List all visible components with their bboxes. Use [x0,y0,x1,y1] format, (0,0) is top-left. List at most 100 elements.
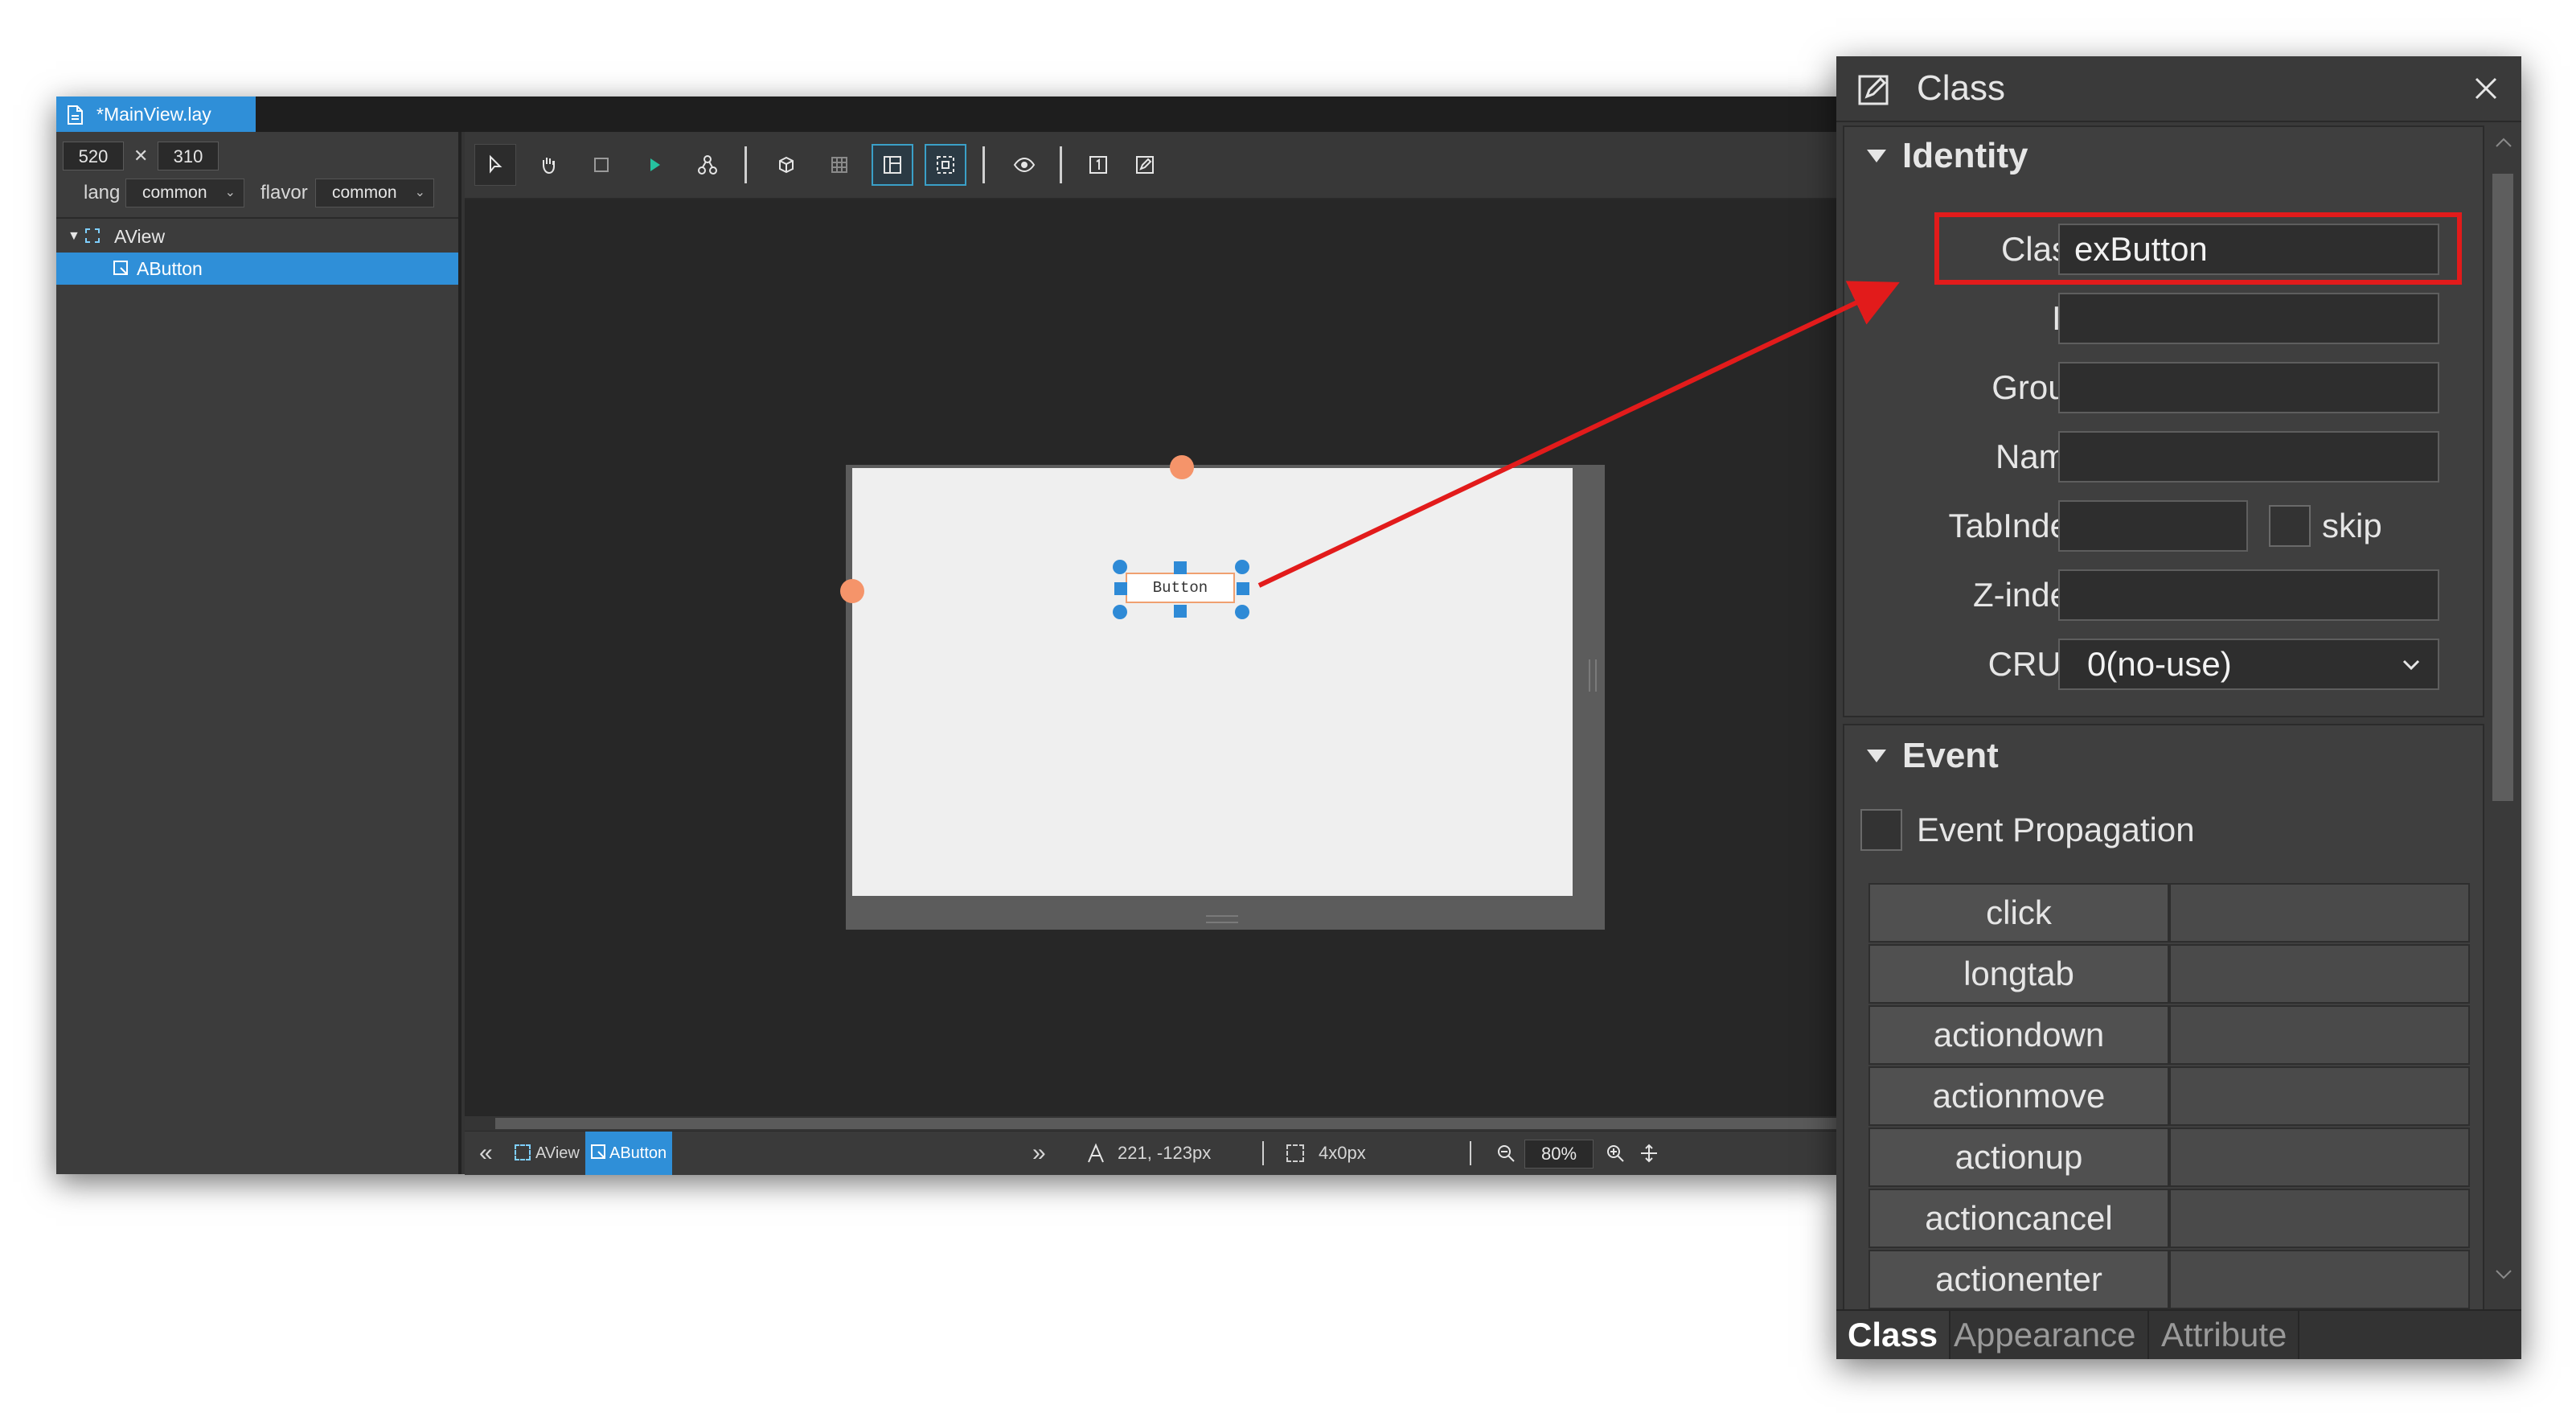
tree-item-aview[interactable]: ▼ AView [56,220,458,253]
collapse-triangle-icon[interactable] [1867,750,1886,762]
width-input[interactable]: 520 [63,142,124,170]
hierarchy-button[interactable] [687,144,728,186]
event-name: click [1868,883,2169,943]
chevron-down-icon: ⌄ [414,186,425,199]
close-icon[interactable] [2471,74,2500,103]
resize-grip-bottom[interactable] [1206,915,1238,923]
event-propagation-checkbox[interactable] [1860,809,1902,851]
lang-select[interactable]: common ⌄ [125,179,244,207]
toolbar-separator [744,146,747,183]
play-icon [650,158,660,171]
vertical-scrollbar[interactable] [2488,129,2518,1288]
crud-select[interactable]: 0(no-use) [2058,639,2439,690]
resize-handle-n[interactable] [1174,561,1187,574]
event-handler-field[interactable] [2169,1250,2470,1309]
crud-label: CRUD [1987,645,2086,683]
canvas-button[interactable]: Button [1126,573,1235,603]
zindex-field[interactable] [2058,569,2439,621]
design-page[interactable] [852,468,1573,896]
flavor-select[interactable]: common ⌄ [315,179,434,207]
nav-back-button[interactable]: « [479,1132,493,1175]
selection-area-button[interactable] [925,144,966,186]
event-name: actionmove [1868,1066,2169,1126]
edit-icon [1136,156,1154,174]
eye-icon [1013,157,1036,173]
zoom-in-icon[interactable] [1605,1143,1626,1164]
event-row[interactable]: actionmove [1868,1066,2470,1126]
edit-button[interactable] [1124,144,1166,186]
button-component-icon [113,260,130,277]
event-handler-field[interactable] [2169,1189,2470,1248]
caret-down-icon: ▼ [68,229,80,243]
horizontal-scrollbar[interactable] [465,1116,1841,1131]
grid-button[interactable] [818,144,860,186]
single-view-button[interactable] [1077,144,1119,186]
event-row[interactable]: actionenter [1868,1250,2470,1309]
position-icon [1085,1143,1106,1164]
tab-appearance[interactable]: Appearance [1942,1311,2149,1359]
event-handler-field[interactable] [2169,1066,2470,1126]
times-glyph: ✕ [133,146,149,166]
event-handler-field[interactable] [2169,1005,2470,1065]
pointer-tool-button[interactable] [474,144,516,186]
nav-forward-button[interactable]: » [1032,1132,1046,1175]
id-field[interactable] [2058,293,2439,344]
cube-icon [779,156,794,174]
name-field[interactable] [2058,431,2439,483]
event-name: actionenter [1868,1250,2169,1309]
group-label: Group [1991,368,2086,406]
height-input[interactable]: 310 [158,142,219,170]
tabindex-field[interactable] [2058,500,2248,552]
left-anchor-handle[interactable] [840,579,864,603]
scrollbar-thumb[interactable] [2492,174,2513,801]
layout-guide-button[interactable] [872,144,913,186]
scroll-up-icon[interactable] [2494,135,2513,151]
event-row[interactable]: actioncancel [1868,1189,2470,1248]
event-row[interactable]: click [1868,883,2470,943]
preview-button[interactable] [1003,144,1045,186]
scroll-down-icon[interactable] [2494,1266,2513,1282]
event-handler-field[interactable] [2169,1128,2470,1187]
position-value: 221, -123px [1118,1143,1212,1163]
run-button[interactable] [634,144,675,186]
event-handler-field[interactable] [2169,883,2470,943]
group-field[interactable] [2058,362,2439,413]
event-row[interactable]: actiondown [1868,1005,2470,1065]
event-name: longtab [1868,944,2169,1004]
tab-class[interactable]: Class [1836,1311,1951,1359]
tree-item-abutton[interactable]: AButton [56,253,458,285]
3d-view-button[interactable] [765,144,807,186]
button-component-icon [590,1144,608,1161]
top-anchor-handle[interactable] [1170,455,1194,479]
zoom-input[interactable]: 80% [1524,1140,1594,1169]
tree-item-label: AView [114,226,166,247]
event-row[interactable]: longtab [1868,944,2470,1004]
tab-attribute[interactable]: Attribute [2150,1311,2300,1359]
resize-handle-se[interactable] [1235,605,1249,619]
resize-handle-s[interactable] [1174,605,1187,618]
edit-icon [1857,72,1891,106]
grid-icon [831,157,847,173]
frame-tool-button[interactable] [580,144,622,186]
panel-title: Class [1917,68,2006,108]
breadcrumb-abutton[interactable]: AButton [585,1132,672,1175]
skip-checkbox[interactable] [2269,505,2311,547]
hand-tool-button[interactable] [527,144,569,186]
number-one-icon [1089,156,1107,174]
resize-handle-e[interactable] [1237,582,1249,595]
resize-handle-sw[interactable] [1113,605,1127,619]
divider [1470,1141,1471,1165]
resize-grip-right[interactable] [1589,659,1597,692]
resize-handle-nw[interactable] [1113,560,1127,574]
event-row[interactable]: actionup [1868,1128,2470,1187]
collapse-triangle-icon[interactable] [1867,150,1886,162]
scrollbar-thumb[interactable] [495,1118,1841,1129]
flavor-select-value: common [332,183,397,202]
resize-handle-ne[interactable] [1235,560,1249,574]
file-tab[interactable]: *MainView.lay [56,97,256,132]
zoom-out-icon[interactable] [1495,1143,1516,1164]
fit-screen-icon[interactable] [1639,1143,1659,1164]
divider [1262,1141,1264,1165]
resize-handle-w[interactable] [1114,582,1127,595]
event-handler-field[interactable] [2169,944,2470,1004]
